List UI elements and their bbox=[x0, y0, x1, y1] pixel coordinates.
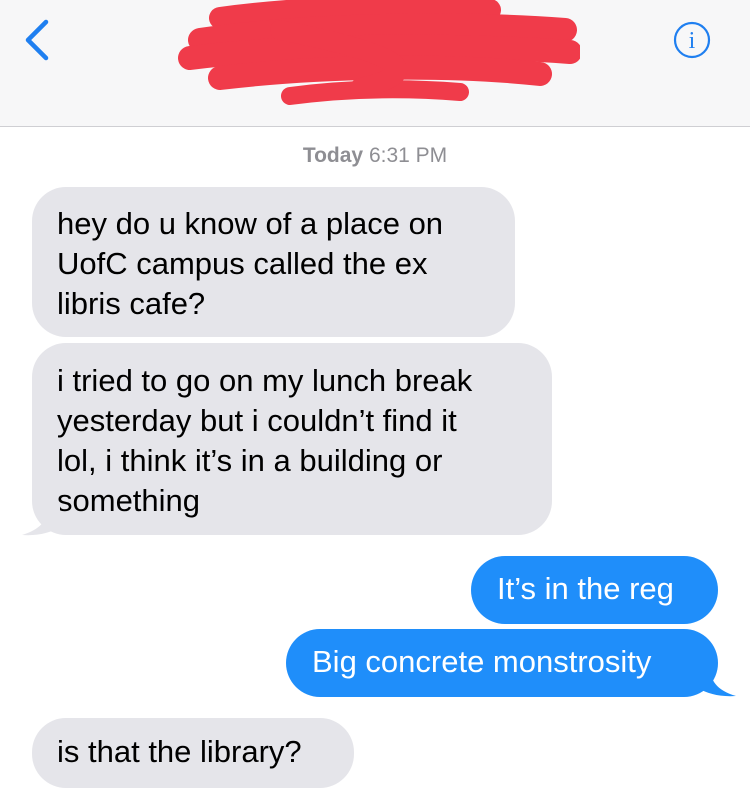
info-glyph: i bbox=[689, 28, 696, 54]
timestamp-day: Today bbox=[302, 144, 364, 167]
info-circle-icon: i bbox=[673, 21, 711, 59]
message-text: i tried to go on my lunch break yesterda… bbox=[57, 363, 473, 518]
messages-screen: i Today 6:31 PM hey do u know of a place… bbox=[0, 0, 750, 794]
back-button[interactable] bbox=[18, 18, 58, 62]
message-bubble-received[interactable]: hey do u know of a place on UofC campus … bbox=[32, 187, 515, 337]
message-text: hey do u know of a place on UofC campus … bbox=[57, 206, 444, 321]
message-text: Big concrete monstrosity bbox=[312, 644, 652, 679]
conversation-header: i bbox=[0, 0, 750, 127]
message-text: is that the library? bbox=[57, 734, 302, 769]
message-bubble-sent[interactable]: Big concrete monstrosity bbox=[286, 629, 718, 697]
message-bubble-sent[interactable]: It’s in the reg bbox=[471, 556, 718, 624]
redaction-scribble bbox=[178, 0, 580, 105]
message-bubble-received[interactable]: is that the library? bbox=[32, 718, 354, 788]
chevron-left-icon bbox=[25, 19, 49, 61]
message-bubble-received[interactable]: i tried to go on my lunch break yesterda… bbox=[32, 343, 552, 535]
message-text: It’s in the reg bbox=[497, 571, 674, 606]
timestamp: Today 6:31 PM bbox=[0, 144, 750, 168]
timestamp-time: 6:31 PM bbox=[368, 144, 448, 167]
info-button[interactable]: i bbox=[673, 21, 711, 59]
